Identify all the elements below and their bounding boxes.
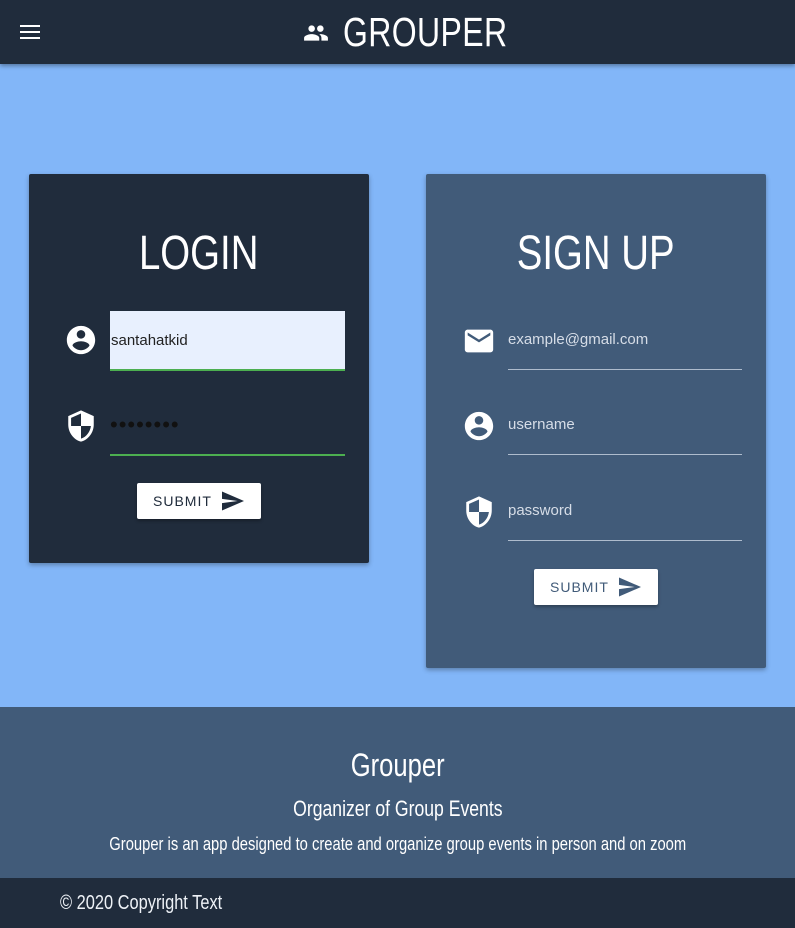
send-icon: [222, 491, 244, 511]
login-password-input[interactable]: [110, 396, 345, 454]
send-icon: [619, 577, 641, 597]
login-title: LOGIN: [139, 227, 259, 280]
footer-subtitle: Organizer of Group Events: [292, 796, 503, 821]
copyright-bar: © 2020 Copyright Text: [0, 878, 795, 928]
account-circle-icon: [464, 411, 494, 441]
username-placeholder: username: [508, 416, 575, 433]
shield-icon: [466, 496, 492, 528]
email-icon: [464, 329, 494, 353]
signup-password-field[interactable]: password: [508, 481, 742, 541]
submit-label: SUBMIT: [153, 493, 212, 509]
login-submit-button[interactable]: SUBMIT: [137, 483, 261, 519]
submit-label: SUBMIT: [550, 579, 609, 595]
shield-icon: [68, 410, 94, 442]
footer-description: Grouper is an app designed to create and…: [109, 834, 686, 854]
password-placeholder: password: [508, 502, 573, 519]
signup-email-field[interactable]: example@gmail.com: [508, 310, 742, 370]
people-icon: [303, 25, 328, 41]
login-password-field[interactable]: [110, 396, 345, 456]
account-circle-icon: [66, 325, 96, 355]
login-card: LOGIN SUBMIT: [29, 174, 369, 563]
signup-title: SIGN UP: [517, 227, 675, 280]
footer-title: Grouper: [350, 747, 445, 783]
signup-card: SIGN UP example@gmail.com username passw…: [426, 174, 766, 668]
top-navbar: GROUPER: [0, 0, 795, 64]
brand[interactable]: GROUPER: [0, 0, 795, 64]
copyright-text: © 2020 Copyright Text: [60, 892, 223, 914]
signup-submit-button[interactable]: SUBMIT: [534, 569, 658, 605]
email-placeholder: example@gmail.com: [508, 331, 649, 348]
signup-username-field[interactable]: username: [508, 395, 742, 455]
login-username-field[interactable]: [110, 311, 345, 371]
page-footer: Grouper Organizer of Group Events Groupe…: [0, 707, 795, 878]
login-username-input[interactable]: [110, 311, 345, 369]
app-title: GROUPER: [342, 9, 507, 55]
